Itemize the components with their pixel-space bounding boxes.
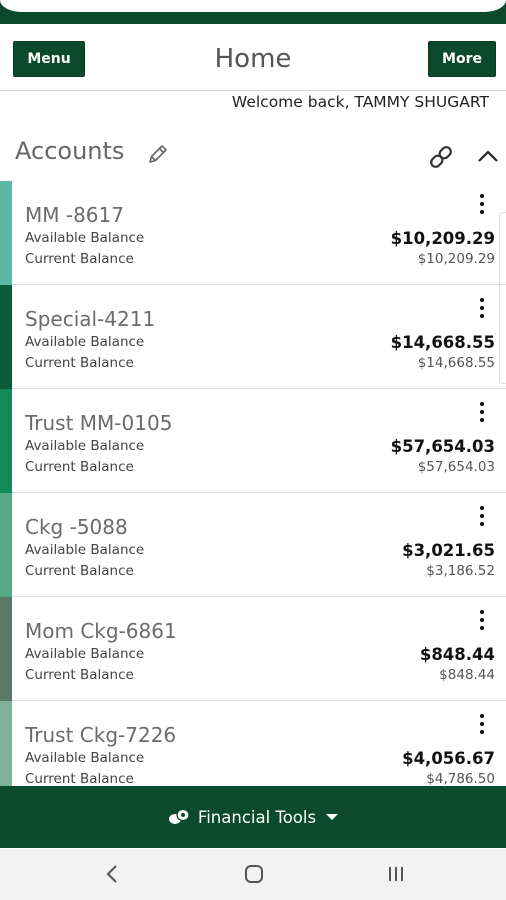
account-card[interactable]: Ckg -5088 Available Balance Current Bala…: [0, 493, 506, 597]
current-balance-label: Current Balance: [25, 667, 134, 683]
account-card[interactable]: MM -8617 Available Balance Current Balan…: [0, 181, 506, 285]
account-name: Trust MM-0105: [25, 411, 173, 435]
current-balance-value: $848.44: [439, 667, 495, 683]
account-name: Ckg -5088: [25, 515, 128, 539]
current-balance-label: Current Balance: [25, 771, 134, 786]
available-balance-value: $3,021.65: [402, 541, 495, 560]
current-balance-value: $10,209.29: [417, 251, 495, 267]
coins-icon: [168, 808, 190, 824]
current-balance-value: $14,668.55: [417, 355, 495, 371]
caret-down-icon: [326, 814, 339, 820]
current-balance-label: Current Balance: [25, 355, 134, 371]
home-icon[interactable]: [242, 862, 266, 886]
available-balance-label: Available Balance: [25, 230, 145, 246]
kebab-menu-icon[interactable]: [476, 610, 488, 636]
account-card[interactable]: Mom Ckg-6861 Available Balance Current B…: [0, 597, 506, 701]
current-balance-label: Current Balance: [25, 563, 134, 579]
account-color-bar: [0, 493, 12, 597]
available-balance-value: $14,668.55: [390, 333, 495, 352]
app-header: Menu Home More: [0, 24, 506, 91]
available-balance-label: Available Balance: [25, 334, 145, 350]
current-balance-value: $57,654.03: [417, 459, 495, 475]
available-balance-label: Available Balance: [25, 646, 145, 662]
kebab-menu-icon[interactable]: [476, 714, 488, 740]
available-balance-value: $4,056.67: [402, 749, 495, 768]
kebab-menu-icon[interactable]: [476, 506, 488, 532]
financial-tools-label: Financial Tools: [197, 807, 317, 827]
pencil-icon[interactable]: [146, 142, 170, 166]
welcome-message: Welcome back, TAMMY SHUGART: [231, 93, 489, 111]
available-balance-label: Available Balance: [25, 750, 145, 766]
back-icon[interactable]: [102, 862, 122, 886]
system-nav-bar: [0, 849, 506, 900]
kebab-menu-icon[interactable]: [476, 298, 488, 324]
link-icon[interactable]: [427, 143, 455, 171]
account-color-bar: [0, 181, 12, 285]
current-balance-value: $3,186.52: [426, 563, 495, 579]
account-card[interactable]: Trust Ckg-7226 Available Balance Current…: [0, 701, 506, 786]
more-button[interactable]: More: [428, 41, 496, 77]
account-color-bar: [0, 285, 12, 389]
accounts-header: Accounts: [0, 128, 506, 178]
accounts-title: Accounts: [15, 137, 125, 165]
kebab-menu-icon[interactable]: [476, 194, 488, 220]
account-name: Special-4211: [25, 307, 156, 331]
recents-icon[interactable]: [385, 863, 407, 885]
account-name: Mom Ckg-6861: [25, 619, 177, 643]
available-balance-label: Available Balance: [25, 542, 145, 558]
account-card[interactable]: Trust MM-0105 Available Balance Current …: [0, 389, 506, 493]
chevron-up-icon[interactable]: [476, 148, 500, 164]
current-balance-label: Current Balance: [25, 251, 134, 267]
financial-tools-button[interactable]: Financial Tools: [0, 786, 506, 848]
account-color-bar: [0, 701, 12, 786]
account-list: MM -8617 Available Balance Current Balan…: [0, 181, 506, 786]
available-balance-value: $57,654.03: [390, 437, 495, 456]
available-balance-label: Available Balance: [25, 438, 145, 454]
current-balance-value: $4,786.50: [426, 771, 495, 786]
available-balance-value: $10,209.29: [390, 229, 495, 248]
account-color-bar: [0, 389, 12, 493]
account-color-bar: [0, 597, 12, 701]
account-name: MM -8617: [25, 203, 124, 227]
account-name: Trust Ckg-7226: [25, 723, 177, 747]
status-bar: [0, 0, 506, 24]
status-notch: [241, 9, 265, 11]
scroll-indicator[interactable]: [499, 212, 506, 384]
current-balance-label: Current Balance: [25, 459, 134, 475]
account-card[interactable]: Special-4211 Available Balance Current B…: [0, 285, 506, 389]
kebab-menu-icon[interactable]: [476, 402, 488, 428]
available-balance-value: $848.44: [419, 645, 495, 664]
